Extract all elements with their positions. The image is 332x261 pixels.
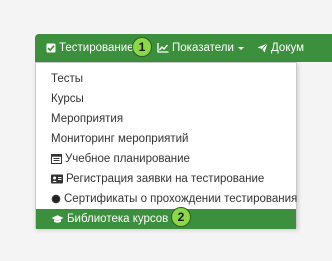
checkbox-icon — [46, 43, 56, 53]
menu-item-label: Мероприятия — [51, 113, 124, 125]
step-badge-2: 2 — [171, 207, 191, 227]
calendar-icon — [51, 154, 62, 164]
graduation-cap-icon — [51, 214, 64, 224]
menu-item-courses[interactable]: Курсы — [36, 89, 296, 109]
nav-indicators-menu[interactable]: Показатели — [157, 34, 244, 62]
nav-documents-label: Докум — [271, 42, 305, 54]
certificate-icon — [51, 194, 61, 204]
menu-item-certificates[interactable]: Сертификаты о прохождении тестирования — [36, 189, 298, 209]
nav-documents-menu[interactable]: Докум — [257, 34, 304, 62]
paper-plane-icon — [257, 43, 268, 53]
nav-indicators-label: Показатели — [172, 42, 234, 54]
menu-item-label: Тесты — [51, 73, 84, 85]
testing-dropdown-menu: Тесты Курсы Мероприятия Мониторинг мероп… — [35, 62, 298, 229]
menu-item-label: Мониторинг мероприятий — [51, 133, 189, 145]
menu-item-tests[interactable]: Тесты — [36, 69, 296, 89]
menu-item-events-monitoring[interactable]: Мониторинг мероприятий — [36, 129, 296, 149]
menu-item-events[interactable]: Мероприятия — [36, 109, 296, 129]
nav-testing-label: Тестирование — [59, 42, 134, 54]
menu-item-learning-planning[interactable]: Учебное планирование — [36, 149, 296, 169]
menu-item-course-library[interactable]: Библиотека курсов — [36, 209, 296, 229]
id-card-icon — [51, 174, 63, 184]
menu-item-label: Учебное планирование — [65, 153, 190, 165]
menu-item-label: Курсы — [51, 93, 84, 105]
menu-item-label: Библиотека курсов — [67, 213, 169, 225]
chevron-down-icon — [237, 46, 244, 50]
menu-item-test-registration[interactable]: Регистрация заявки на тестирование — [36, 169, 296, 189]
line-chart-icon — [157, 43, 169, 53]
step-badge-1: 1 — [132, 37, 152, 57]
menu-item-label: Сертификаты о прохождении тестирования — [64, 193, 298, 205]
top-navbar: Тестирование Показатели Докум — [35, 34, 332, 62]
menu-item-label: Регистрация заявки на тестирование — [66, 173, 265, 185]
nav-testing-menu[interactable]: Тестирование — [46, 34, 134, 62]
